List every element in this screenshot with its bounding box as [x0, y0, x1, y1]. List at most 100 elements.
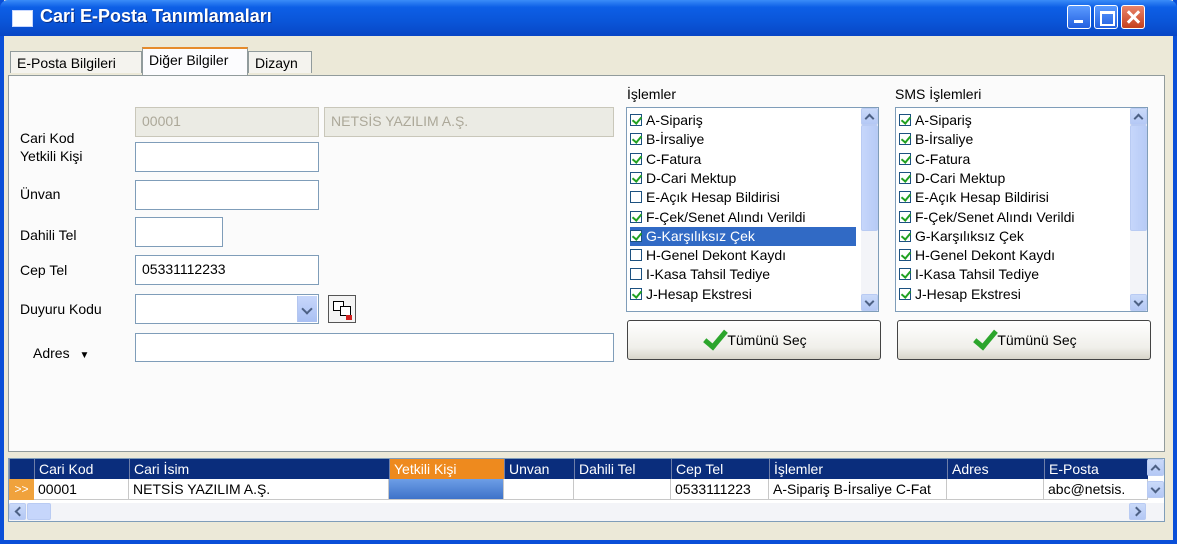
cep-tel-field[interactable]: 05331112233 — [135, 255, 319, 285]
duyuru-lookup-button[interactable] — [328, 295, 356, 323]
cell-yetkili-kisi[interactable] — [389, 479, 504, 500]
list-item-label: J-Hesap Ekstresi — [915, 285, 1021, 302]
checkbox[interactable] — [899, 171, 911, 184]
duyuru-kodu-select[interactable] — [135, 294, 319, 324]
islemler-select-all-button[interactable]: Tümünü Seç — [627, 320, 881, 360]
checkbox[interactable] — [899, 268, 911, 281]
column-header-unvan[interactable]: Unvan — [504, 459, 574, 479]
tab-diger-bilgiler[interactable]: Diğer Bilgiler — [142, 47, 248, 75]
list-item[interactable]: A-Sipariş — [899, 111, 1125, 130]
checkbox[interactable] — [630, 152, 642, 165]
adres-field[interactable] — [135, 333, 614, 362]
list-item[interactable]: J-Hesap Ekstresi — [899, 285, 1125, 304]
column-header-yetkili-kisi[interactable]: Yetkili Kişi — [389, 459, 504, 479]
checkbox[interactable] — [630, 249, 642, 262]
scroll-down-icon[interactable] — [1147, 481, 1164, 498]
list-item[interactable]: B-İrsaliye — [630, 130, 856, 149]
column-header-cep-tel[interactable]: Cep Tel — [671, 459, 769, 479]
checkbox[interactable] — [630, 191, 642, 204]
scroll-down-icon[interactable] — [1130, 294, 1147, 311]
scroll-thumb[interactable] — [1130, 125, 1147, 231]
data-grid[interactable]: Cari Kod Cari İsim Yetkili Kişi Unvan Da… — [8, 458, 1165, 522]
list-item[interactable]: J-Hesap Ekstresi — [630, 285, 856, 304]
scroll-thumb[interactable] — [861, 125, 878, 231]
yetkili-kisi-field[interactable] — [135, 142, 319, 172]
list-item[interactable]: E-Açık Hesap Bildirisi — [630, 188, 856, 207]
list-item[interactable]: C-Fatura — [630, 150, 856, 169]
list-item[interactable]: G-Karşılıksız Çek — [630, 226, 856, 246]
column-header-e-posta[interactable]: E-Posta — [1044, 459, 1148, 479]
checkbox[interactable] — [630, 210, 642, 223]
table-row[interactable]: >> 00001 NETSİS YAZILIM A.Ş. 0533111223 … — [9, 479, 1148, 500]
list-item[interactable]: D-Cari Mektup — [630, 169, 856, 188]
tab-dizayn[interactable]: Dizayn — [248, 51, 312, 73]
cell-cep-tel[interactable]: 0533111223 — [671, 479, 769, 500]
column-header-adres[interactable]: Adres — [947, 459, 1044, 479]
checkbox[interactable] — [899, 229, 911, 242]
cell-islemler[interactable]: A-Sipariş B-İrsaliye C-Fat — [769, 479, 947, 500]
checkbox[interactable] — [899, 152, 911, 165]
list-item[interactable]: A-Sipariş — [630, 111, 856, 130]
checkbox[interactable] — [630, 133, 642, 146]
unvan-field[interactable] — [135, 180, 319, 210]
list-item[interactable]: I-Kasa Tahsil Tediye — [899, 265, 1125, 284]
checkbox[interactable] — [899, 191, 911, 204]
list-item[interactable]: F-Çek/Senet Alındı Verildi — [899, 208, 1125, 227]
list-item[interactable]: E-Açık Hesap Bildirisi — [899, 188, 1125, 207]
sms-islemler-checklist[interactable]: A-Sipariş B-İrsaliye C-Fatura D-Cari Mektup… — [895, 107, 1148, 312]
cell-dahili-tel[interactable] — [574, 479, 671, 500]
checkbox[interactable] — [899, 133, 911, 146]
scroll-up-icon[interactable] — [1147, 459, 1164, 476]
list-item[interactable]: B-İrsaliye — [899, 130, 1125, 149]
sms-scrollbar[interactable] — [1130, 108, 1147, 311]
checkbox[interactable] — [899, 249, 911, 262]
list-item[interactable]: G-Karşılıksız Çek — [899, 227, 1125, 246]
scroll-down-icon[interactable] — [861, 294, 878, 311]
chevron-down-icon[interactable] — [297, 296, 317, 322]
cell-cari-isim[interactable]: NETSİS YAZILIM A.Ş. — [129, 479, 389, 500]
scroll-up-icon[interactable] — [861, 108, 878, 125]
maximize-button[interactable] — [1094, 5, 1118, 29]
checkbox[interactable] — [630, 268, 642, 281]
islemler-checklist[interactable]: A-Sipariş B-İrsaliye C-Fatura D-Cari Mektup… — [626, 107, 879, 312]
checkbox[interactable] — [899, 210, 911, 223]
grid-vertical-scrollbar[interactable] — [1147, 459, 1164, 505]
list-item[interactable]: H-Genel Dekont Kaydı — [630, 246, 856, 265]
cari-kod-field[interactable]: 00001 — [135, 107, 319, 137]
cell-cari-kod[interactable]: 00001 — [34, 479, 129, 500]
column-header-islemler[interactable]: İşlemler — [769, 459, 947, 479]
list-item[interactable]: D-Cari Mektup — [899, 169, 1125, 188]
scroll-up-icon[interactable] — [1130, 108, 1147, 125]
list-item[interactable]: H-Genel Dekont Kaydı — [899, 246, 1125, 265]
dahili-tel-label: Dahili Tel — [20, 227, 77, 243]
column-header-cari-kod[interactable]: Cari Kod — [34, 459, 129, 479]
cell-unvan[interactable] — [504, 479, 574, 500]
cell-adres[interactable] — [947, 479, 1044, 500]
list-item[interactable]: C-Fatura — [899, 150, 1125, 169]
checkbox[interactable] — [899, 114, 911, 126]
list-item[interactable]: I-Kasa Tahsil Tediye — [630, 265, 856, 284]
list-item-label: H-Genel Dekont Kaydı — [915, 247, 1056, 264]
title-bar[interactable]: Cari E-Posta Tanımlamaları — [0, 0, 1177, 36]
cari-isim-field[interactable]: NETSİS YAZILIM A.Ş. — [324, 107, 614, 137]
minimize-button[interactable] — [1067, 5, 1091, 29]
column-header-cari-isim[interactable]: Cari İsim — [129, 459, 389, 479]
checkbox[interactable] — [630, 114, 642, 126]
checkbox[interactable] — [630, 171, 642, 184]
scroll-thumb[interactable] — [27, 503, 51, 520]
checkbox[interactable] — [899, 287, 911, 300]
close-button[interactable] — [1121, 5, 1145, 29]
tab-e-posta-bilgileri[interactable]: E-Posta Bilgileri — [10, 51, 142, 73]
checkbox[interactable] — [630, 229, 642, 242]
list-item[interactable]: F-Çek/Senet Alındı Verildi — [630, 208, 856, 227]
dahili-tel-field[interactable] — [135, 217, 223, 247]
scroll-right-icon[interactable] — [1129, 503, 1146, 520]
sms-select-all-button[interactable]: Tümünü Seç — [897, 320, 1151, 360]
adres-dropdown-label[interactable]: Adres ▼ — [33, 345, 89, 361]
scroll-left-icon[interactable] — [9, 503, 26, 520]
checkbox[interactable] — [630, 287, 642, 300]
grid-horizontal-scrollbar[interactable] — [9, 503, 1164, 521]
cell-e-posta[interactable]: abc@netsis. — [1044, 479, 1148, 500]
column-header-dahili-tel[interactable]: Dahili Tel — [574, 459, 671, 479]
islemler-scrollbar[interactable] — [861, 108, 878, 311]
